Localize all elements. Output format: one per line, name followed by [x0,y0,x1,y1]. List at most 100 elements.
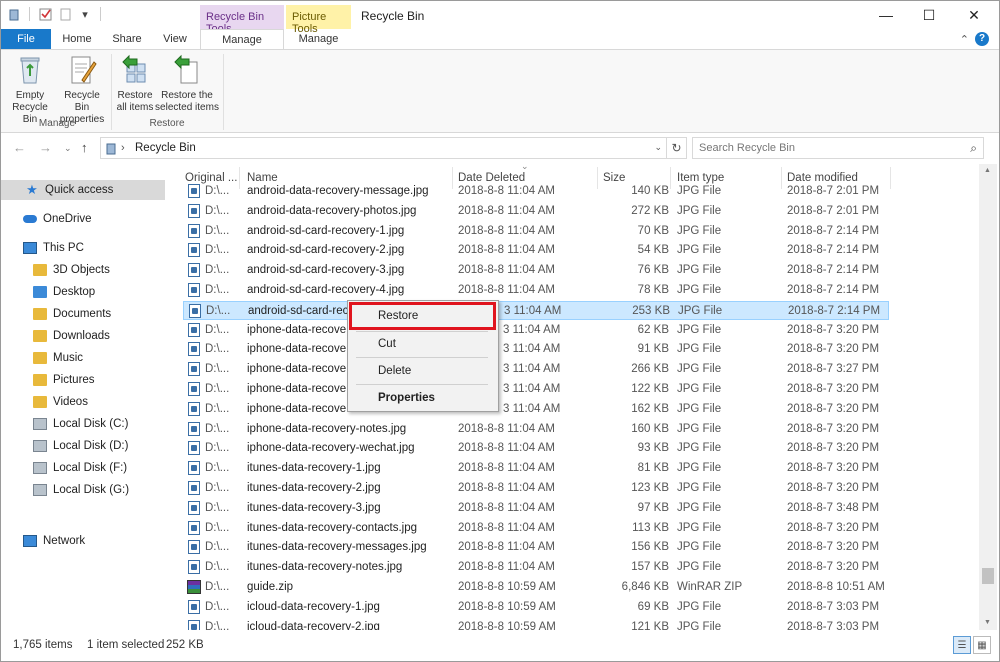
name-cell: iphone-data-recovery-wechat.jpg [247,442,415,455]
table-row[interactable]: D:\... iphone-data-recove 3 11:04 AM 62 KB J… [183,321,889,340]
menu-item-properties[interactable]: Properties [350,387,496,409]
nav-this-pc[interactable]: This PC [1,238,165,258]
nav-disk-d[interactable]: Local Disk (D:) [1,436,165,456]
nav-disk-c[interactable]: Local Disk (C:) [1,414,165,434]
empty-recycle-bin-button[interactable]: Empty Recycle Bin [7,54,53,126]
nav-desktop[interactable]: Desktop [1,282,165,302]
divider [111,54,112,130]
table-row[interactable]: D:\... iphone-data-recovery-wechat.jpg 201… [183,439,889,458]
new-folder-icon[interactable] [58,7,72,21]
nav-documents[interactable]: Documents [1,304,165,324]
nav-pictures[interactable]: Pictures [1,370,165,390]
maximize-button[interactable]: ☐ [906,1,952,29]
table-row[interactable]: D:\... iphone-data-recove 3 11:04 AM 91 KB J… [183,340,889,359]
close-button[interactable]: ✕ [951,1,997,29]
size-cell: 54 KB [637,244,669,257]
recycle-bin-small-icon [7,7,21,21]
date-modified-cell: 2018-8-8 10:51 AM [787,581,885,593]
collapse-ribbon-icon[interactable]: ⌃ [960,33,969,46]
name-cell: itunes-data-recovery-messages.jpg [247,541,427,554]
nav-quick-access[interactable]: ★ Quick access [1,180,165,200]
nav-videos[interactable]: Videos [1,392,165,412]
table-row[interactable]: D:\... android-sd-card-recovery-1.jpg 2018… [183,222,889,241]
table-row[interactable]: D:\... iphone-data-recovery-notes.jpg 2018… [183,420,889,439]
large-icons-view-icon[interactable]: ▦ [973,636,991,654]
size-cell: 162 KB [631,402,669,415]
table-row[interactable]: D:\... itunes-data-recovery-3.jpg 2018-8-8… [183,499,889,518]
size-cell: 157 KB [631,561,669,574]
restore-selected-items-button[interactable]: Restore the selected items [155,54,219,114]
table-row[interactable]: D:\... itunes-data-recovery-messages.jpg 2… [183,538,889,557]
address-dropdown-icon[interactable]: ⌄ [654,142,662,153]
address-bar[interactable]: › Recycle Bin ⌄ [100,137,667,159]
item-type-cell: WinRAR ZIP [677,581,743,593]
table-row[interactable]: D:\... guide.zip 2018-8-8 10:59 AM 6,846 KB… [183,578,889,597]
nav-onedrive[interactable]: OneDrive [1,209,165,229]
nav-network-label: Network [43,535,86,547]
forward-arrow-icon[interactable]: → [39,140,52,155]
table-row[interactable]: D:\... iphone-data-recove 3 11:04 AM 162 KB… [183,400,889,419]
original-location-cell: D:\... [205,620,230,630]
nav-music[interactable]: Music [1,348,165,368]
tab-home[interactable]: Home [53,29,101,49]
scroll-thumb[interactable] [982,568,994,584]
table-row[interactable]: D:\... android-sd-card-rec 3 11:04 AM 253 K… [183,300,889,320]
nav-this-pc-label: This PC [43,242,84,254]
picture-tools-label: Picture Tools [286,5,351,35]
date-deleted-cell: 2018-8-8 11:04 AM [458,284,555,296]
tab-view[interactable]: View [153,29,197,49]
table-row[interactable]: D:\... itunes-data-recovery-contacts.jpg 2… [183,519,889,538]
divider[interactable] [890,167,891,189]
table-row[interactable]: D:\... android-data-recovery-message.jpg 2… [183,182,889,201]
size-cell: 62 KB [637,323,669,336]
nav-disk-f[interactable]: Local Disk (F:) [1,458,165,478]
table-row[interactable]: D:\... android-data-recovery-photos.jpg 20… [183,202,889,221]
table-row[interactable]: D:\... android-sd-card-recovery-3.jpg 2018… [183,261,889,280]
table-row[interactable]: D:\... itunes-data-recovery-1.jpg 2018-8-8… [183,459,889,478]
table-row[interactable]: D:\... iphone-data-recove 3 11:04 AM 266 KB… [183,360,889,379]
table-row[interactable]: D:\... itunes-data-recovery-notes.jpg 2018… [183,558,889,577]
item-type-cell: JPG File [677,561,722,574]
nav-onedrive-label: OneDrive [43,213,92,225]
tab-share[interactable]: Share [103,29,151,49]
menu-item-delete[interactable]: Delete [350,360,496,382]
table-row[interactable]: D:\... android-sd-card-recovery-4.jpg 2018… [183,281,889,300]
nav-3d-objects[interactable]: 3D Objects [1,260,165,280]
recycle-bin-properties-button[interactable]: Recycle Bin properties [57,54,107,126]
table-row[interactable]: D:\... icloud-data-recovery-2.jpg 2018-8-8… [183,618,889,630]
help-icon[interactable]: ? [975,32,989,46]
menu-item-cut[interactable]: Cut [350,333,496,355]
size-cell: 266 KB [631,363,669,376]
minimize-button[interactable]: — [863,1,909,29]
vertical-scrollbar[interactable]: ▲ ▼ [979,164,997,630]
tab-manage-picture[interactable]: Manage [286,29,351,49]
nav-network[interactable]: Network [1,531,165,551]
table-row[interactable]: D:\... itunes-data-recovery-2.jpg 2018-8-8… [183,479,889,498]
properties-check-icon[interactable] [38,7,52,21]
restore-all-items-button[interactable]: Restore all items [115,54,155,114]
recent-locations-icon[interactable]: ⌄ [64,143,72,154]
scroll-down-arrow-icon[interactable]: ▼ [984,619,991,626]
back-arrow-icon[interactable]: ← [13,140,26,155]
nav-downloads[interactable]: Downloads [1,326,165,346]
search-box[interactable]: Search Recycle Bin ⌕ [692,137,984,159]
details-view-icon[interactable]: ☰ [953,636,971,654]
name-cell: iphone-data-recove [247,343,347,356]
network-icon [23,535,37,547]
table-row[interactable]: D:\... android-sd-card-recovery-2.jpg 2018… [183,241,889,260]
nav-disk-g[interactable]: Local Disk (G:) [1,480,165,500]
tab-manage-recycle-bin[interactable]: Manage [200,29,284,49]
up-arrow-icon[interactable]: ↑ [81,140,88,155]
table-row[interactable]: D:\... iphone-data-recove 3 11:04 AM 122 KB… [183,380,889,399]
divider [100,7,101,21]
tab-file[interactable]: File [1,29,51,49]
scroll-up-arrow-icon[interactable]: ▲ [984,167,991,174]
menu-properties-label: Properties [378,392,435,404]
customize-toolbar-arrow-icon[interactable]: ▾ [78,7,92,21]
chevron-right-icon[interactable]: › [121,142,125,154]
name-cell: icloud-data-recovery-1.jpg [247,600,380,613]
original-location-cell: D:\... [205,600,230,613]
refresh-icon[interactable]: ↻ [667,137,687,159]
table-row[interactable]: D:\... icloud-data-recovery-1.jpg 2018-8-8… [183,598,889,617]
size-cell: 272 KB [631,204,669,217]
